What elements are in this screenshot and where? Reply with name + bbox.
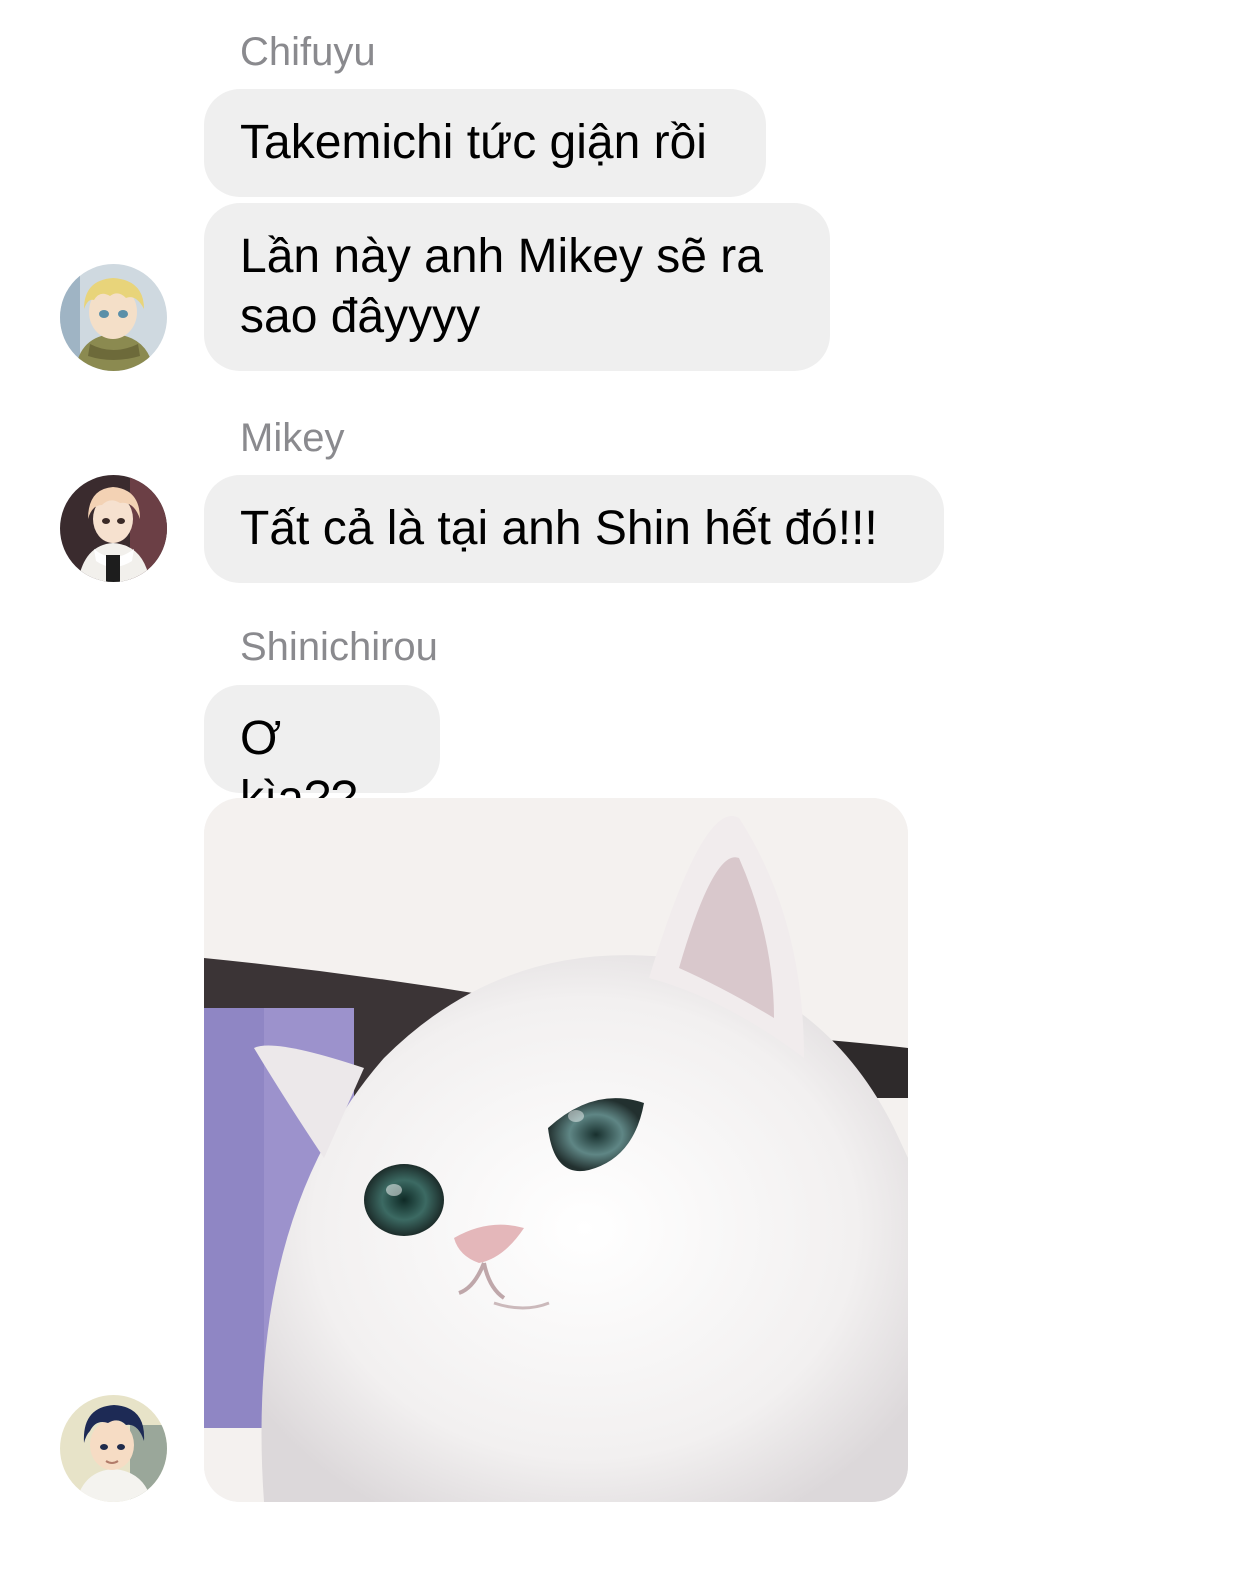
sender-name: Mikey xyxy=(240,416,345,460)
message-bubble[interactable]: Lần này anh Mikey sẽ ra sao đâyyyy xyxy=(204,203,830,371)
sender-name: Chifuyu xyxy=(240,30,376,74)
cat-photo[interactable] xyxy=(204,798,908,1502)
message-text: Lần này anh Mikey sẽ ra sao đâyyyy xyxy=(240,230,763,343)
message-bubble[interactable]: Ơ kìa?? xyxy=(204,685,440,825)
avatar-mikey[interactable] xyxy=(60,475,167,582)
sender-name: Shinichirou xyxy=(240,625,438,669)
message-text: Tất cả là tại anh Shin hết đó!!! xyxy=(240,502,878,555)
message-text: Takemichi tức giận rồi xyxy=(240,116,707,169)
avatar-shinichirou[interactable] xyxy=(60,1395,167,1502)
message-bubble[interactable]: Tất cả là tại anh Shin hết đó!!! xyxy=(204,475,944,583)
avatar-chifuyu[interactable] xyxy=(60,264,167,371)
message-bubble[interactable]: Takemichi tức giận rồi xyxy=(204,89,766,197)
